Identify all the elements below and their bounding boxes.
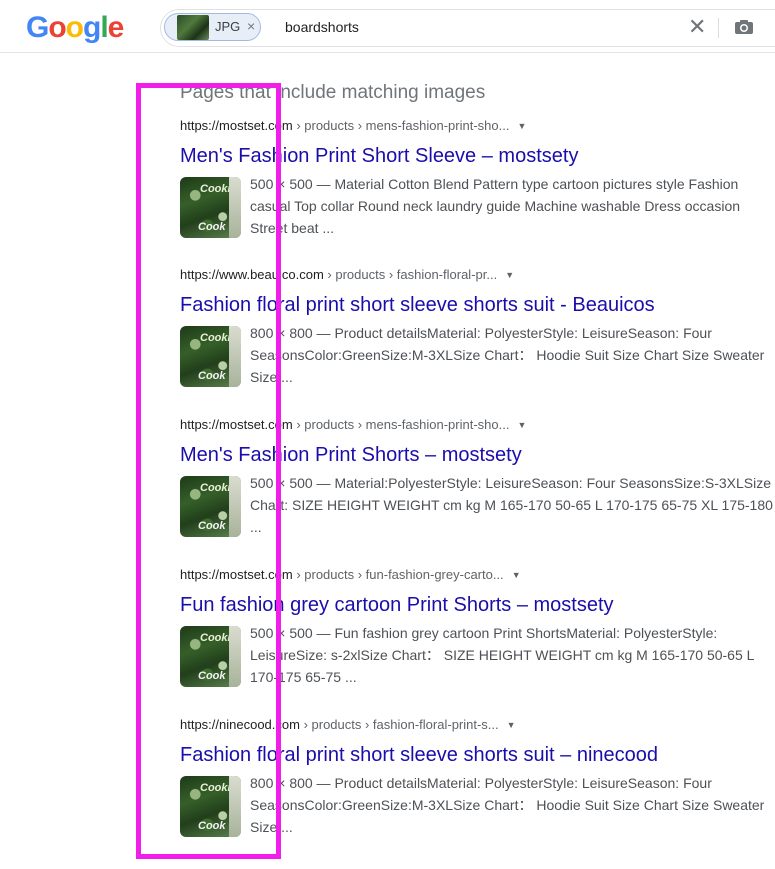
- url-path: › products › fashion-floral-pr...: [323, 267, 498, 282]
- search-result: https://mostset.com › products › mens-fa…: [180, 117, 775, 241]
- more-options-icon[interactable]: ▼: [517, 121, 526, 131]
- logo-letter: l: [100, 11, 108, 44]
- search-result: https://www.beauico.com › products › fas…: [180, 266, 775, 390]
- search-box[interactable]: JPG × boardshorts ✕: [160, 9, 775, 47]
- clear-search-icon[interactable]: ✕: [688, 15, 706, 39]
- camera-icon[interactable]: [734, 19, 754, 35]
- search-input[interactable]: boardshorts: [285, 19, 359, 35]
- result-title-link[interactable]: Fashion floral print short sleeve shorts…: [180, 292, 775, 318]
- url-path: › products › mens-fashion-print-sho...: [292, 118, 510, 133]
- result-url[interactable]: https://mostset.com › products › mens-fa…: [180, 117, 775, 135]
- thumb-text: Cook: [198, 520, 226, 532]
- search-header: Google JPG × boardshorts ✕: [0, 0, 775, 53]
- result-url[interactable]: https://mostset.com › products › mens-fa…: [180, 416, 775, 434]
- result-url[interactable]: https://mostset.com › products › fun-fas…: [180, 566, 775, 584]
- result-title-link[interactable]: Men's Fashion Print Short Sleeve – mosts…: [180, 143, 775, 169]
- result-snippet: 500 × 500 — Material Cotton Blend Patter…: [250, 176, 741, 236]
- logo-letter: g: [83, 11, 101, 44]
- result-url[interactable]: https://www.beauico.com › products › fas…: [180, 266, 775, 284]
- url-path: › products › fashion-floral-print-s...: [299, 717, 499, 732]
- result-thumbnail[interactable]: Cookies Cook: [180, 177, 241, 238]
- url-host: https://www.beauico.com: [180, 267, 324, 282]
- more-options-icon[interactable]: ▼: [517, 420, 526, 430]
- logo-letter: G: [26, 11, 49, 44]
- logo-letter: o: [65, 11, 84, 44]
- result-snippet: 500 × 500 — Material:PolyesterStyle: Lei…: [250, 475, 773, 535]
- thumb-text: Cook: [198, 670, 226, 682]
- result-title-link[interactable]: Men's Fashion Print Shorts – mostsety: [180, 442, 775, 468]
- logo-letter: e: [107, 11, 125, 44]
- search-result: https://ninecood.com › products › fashio…: [180, 716, 775, 840]
- result-title-link[interactable]: Fashion floral print short sleeve shorts…: [180, 742, 775, 768]
- result-snippet: 800 × 800 — Product detailsMaterial: Pol…: [250, 775, 765, 835]
- query-image-thumbnail: [177, 15, 209, 40]
- result-snippet: 800 × 800 — Product detailsMaterial: Pol…: [250, 325, 765, 385]
- result-thumbnail[interactable]: Cookies Cook: [180, 476, 241, 537]
- result-thumbnail[interactable]: Cookies Cook: [180, 626, 241, 687]
- search-result: https://mostset.com › products › mens-fa…: [180, 416, 775, 540]
- section-title: Pages that include matching images: [180, 82, 486, 103]
- url-path: › products › fun-fashion-grey-carto...: [292, 567, 504, 582]
- result-url[interactable]: https://ninecood.com › products › fashio…: [180, 716, 775, 734]
- remove-image-icon[interactable]: ×: [247, 18, 255, 34]
- result-thumbnail[interactable]: Cookies Cook: [180, 776, 241, 837]
- url-host: https://ninecood.com: [180, 717, 300, 732]
- more-options-icon[interactable]: ▼: [507, 720, 516, 730]
- result-thumbnail[interactable]: Cookies Cook: [180, 326, 241, 387]
- image-query-chip[interactable]: JPG ×: [164, 13, 261, 41]
- search-divider: [718, 18, 719, 38]
- url-host: https://mostset.com: [180, 567, 293, 582]
- more-options-icon[interactable]: ▼: [512, 570, 521, 580]
- google-logo[interactable]: Google: [26, 10, 125, 46]
- result-snippet: 500 × 500 — Fun fashion grey cartoon Pri…: [250, 625, 754, 685]
- result-title-link[interactable]: Fun fashion grey cartoon Print Shorts – …: [180, 592, 775, 618]
- url-path: › products › mens-fashion-print-sho...: [292, 417, 510, 432]
- image-chip-label: JPG: [215, 19, 241, 34]
- thumb-text: Cook: [198, 221, 226, 233]
- thumb-text: Cook: [198, 820, 226, 832]
- logo-letter: o: [48, 11, 66, 44]
- url-host: https://mostset.com: [180, 417, 293, 432]
- search-result: https://mostset.com › products › fun-fas…: [180, 566, 775, 690]
- more-options-icon[interactable]: ▼: [505, 270, 514, 280]
- thumb-text: Cook: [198, 370, 226, 382]
- url-host: https://mostset.com: [180, 118, 293, 133]
